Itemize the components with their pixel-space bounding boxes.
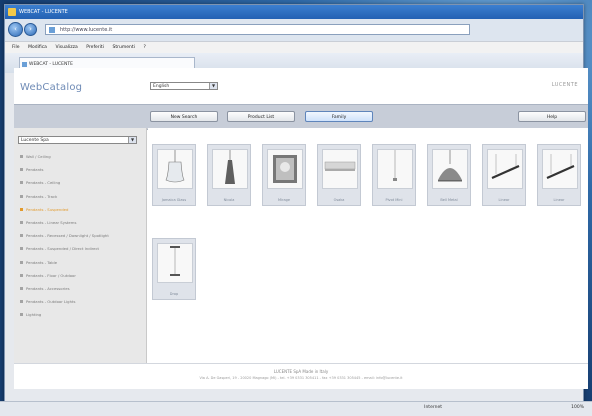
brand-name: LUCENTE — [551, 82, 578, 88]
category-item[interactable]: Pendants — [18, 163, 143, 176]
cone-pendant-icon — [212, 149, 248, 189]
product-card[interactable]: Linear — [537, 144, 581, 206]
category-item[interactable]: Pendants - Suspended / Direct Indirect — [18, 242, 143, 255]
help-button[interactable]: Help — [518, 111, 586, 122]
category-item[interactable]: Pendants - Recessed / Downlight / Spotli… — [18, 229, 143, 242]
page-favicon-icon — [49, 27, 55, 33]
category-item[interactable]: Wall / Ceiling — [18, 150, 143, 163]
category-item[interactable]: Pendants - Table — [18, 256, 143, 269]
category-item[interactable]: Pendants - Track — [18, 190, 143, 203]
tab-label: WEBCAT - LUCENTE — [29, 62, 73, 67]
window-title: WEBCAT - LUCENTE — [19, 9, 68, 15]
page-footer: LUCENTE SpA Made in Italy Via A. De Gasp… — [14, 363, 588, 389]
category-item[interactable]: Pendants - Ceiling — [18, 176, 143, 189]
product-name: Drop — [169, 292, 179, 296]
dome-pendant-icon — [432, 149, 468, 189]
catalog-header: WebCatalog English ▼ LUCENTE — [14, 68, 588, 104]
product-name: Pivot Mini — [385, 198, 403, 202]
language-value: English — [153, 84, 170, 89]
status-zone: Internet — [424, 405, 442, 410]
product-card[interactable]: Jamaica Glass — [152, 144, 196, 206]
family-button[interactable]: Family — [305, 111, 373, 122]
product-name: Bell Metal — [440, 198, 458, 202]
language-select[interactable]: English ▼ — [150, 82, 218, 90]
footer-company: LUCENTE SpA Made in Italy — [273, 369, 329, 374]
category-item[interactable]: Pendants - Linear Systems — [18, 216, 143, 229]
photo-frame-icon — [267, 149, 303, 189]
category-item[interactable]: Pendants - Accessories — [18, 282, 143, 295]
address-row: ‹ › http://www.lucente.it — [5, 19, 583, 41]
product-name: Linear — [498, 198, 510, 202]
category-sidebar: Lucente Spa ▼ Wall / Ceiling Pendants Pe… — [14, 128, 147, 363]
product-name: Nicola — [223, 198, 235, 202]
product-name: Osaka — [333, 198, 345, 202]
product-name: Linear — [553, 198, 565, 202]
product-card[interactable]: Mirage — [262, 144, 306, 206]
product-list-button[interactable]: Product List — [227, 111, 295, 122]
zoom-level[interactable]: 100% — [571, 405, 584, 410]
browser-icon — [8, 8, 16, 16]
forward-arrow-icon[interactable]: › — [24, 23, 37, 36]
linear-pendant-icon — [542, 149, 578, 189]
status-bar: Internet 100% — [0, 401, 592, 416]
product-grid: Jamaica Glass Nicola Mirage Osaka Pivot … — [148, 128, 588, 363]
category-item[interactable]: Pendants - Outdoor Lights — [18, 295, 143, 308]
chevron-down-icon: ▼ — [209, 83, 217, 89]
product-card[interactable]: Osaka — [317, 144, 361, 206]
catalog-toolbar: New Search Product List Family Help — [14, 104, 588, 130]
category-item[interactable]: Lighting — [18, 308, 143, 321]
address-bar[interactable]: http://www.lucente.it — [45, 24, 470, 35]
footer-address: Via A. De Gasperi, 19 - 20020 Magnago (M… — [199, 376, 403, 380]
long-shade-icon — [322, 149, 358, 189]
product-card[interactable]: Nicola — [207, 144, 251, 206]
tab-favicon-icon — [22, 62, 27, 67]
chevron-down-icon: ▼ — [128, 137, 136, 143]
category-select[interactable]: Lucente Spa ▼ — [18, 136, 137, 144]
product-name: Mirage — [278, 198, 290, 202]
category-select-value: Lucente Spa — [21, 138, 49, 143]
product-card[interactable]: Linear — [482, 144, 526, 206]
category-list: Wall / Ceiling Pendants Pendants - Ceili… — [18, 150, 143, 321]
mini-pendant-icon — [157, 243, 193, 283]
product-card[interactable]: Bell Metal — [427, 144, 471, 206]
title-bar: WEBCAT - LUCENTE — [5, 5, 583, 19]
category-item-selected[interactable]: Pendants - Suspended — [18, 203, 143, 216]
linear-pendant-icon — [487, 149, 523, 189]
mini-pendant-icon — [377, 149, 413, 189]
web-page: WebCatalog English ▼ LUCENTE New Search … — [14, 68, 588, 389]
product-card[interactable]: Drop — [152, 238, 196, 300]
glass-pendant-icon — [157, 149, 193, 189]
category-item[interactable]: Pendants - Floor / Outdoor — [18, 269, 143, 282]
catalog-logo: WebCatalog — [20, 82, 83, 93]
product-card[interactable]: Pivot Mini — [372, 144, 416, 206]
new-search-button[interactable]: New Search — [150, 111, 218, 122]
back-arrow-icon[interactable]: ‹ — [8, 22, 23, 37]
address-text: http://www.lucente.it — [60, 27, 113, 33]
product-name: Jamaica Glass — [161, 198, 187, 202]
